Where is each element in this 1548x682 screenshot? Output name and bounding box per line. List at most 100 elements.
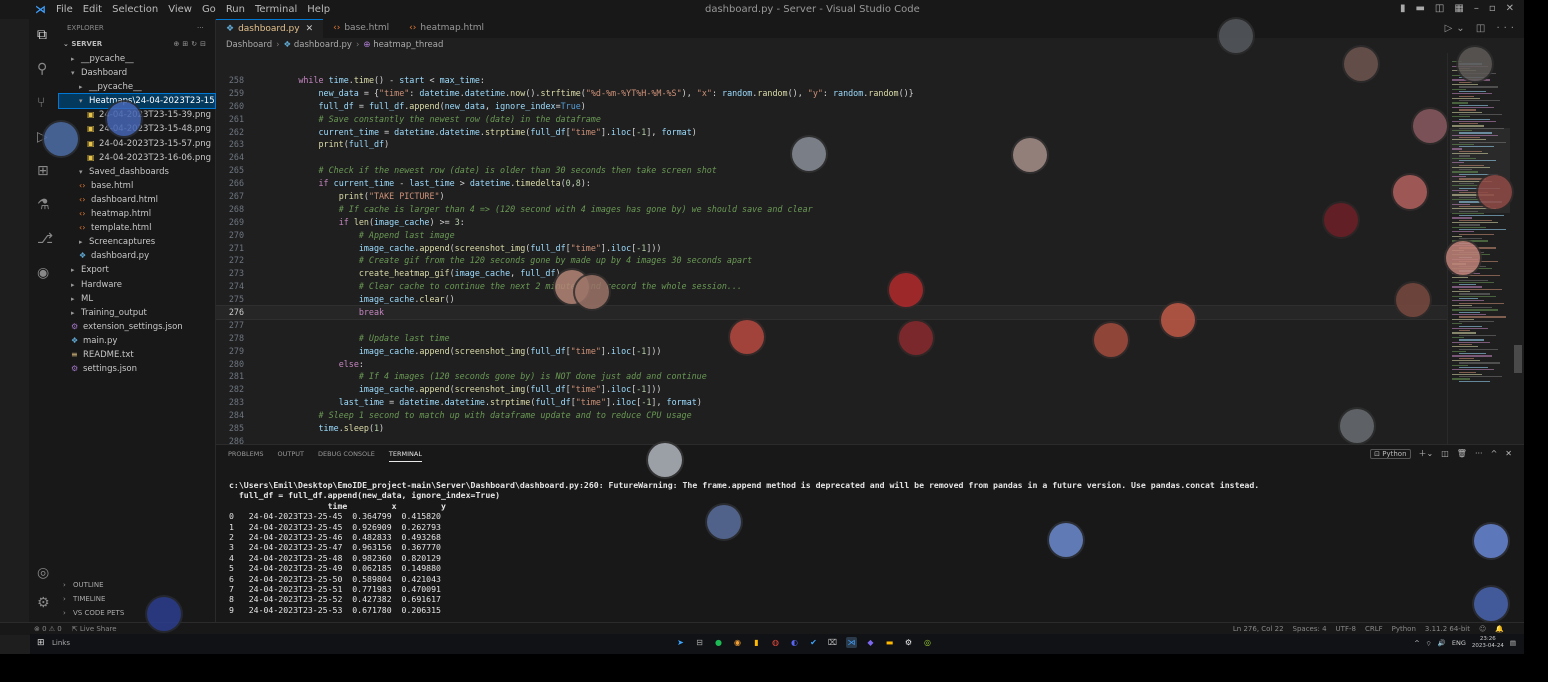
panel-tab-debug-console[interactable]: DEBUG CONSOLE [318,450,375,462]
explorer-icon[interactable]: ⧉ [37,27,47,43]
code-line[interactable]: 279 image_cache.append(screenshot_img(fu… [216,345,1447,358]
file-item[interactable]: ❖ dashboard.py [59,249,215,263]
spotify-icon[interactable]: ● [713,637,724,648]
remote-explorer-icon[interactable]: ⎇ [37,231,53,247]
app-icon[interactable]: ⊟ [694,637,705,648]
app-icon[interactable]: ✔ [808,637,819,648]
code-line[interactable]: 259 new_data = {"time": datetime.datetim… [216,87,1447,100]
file-item[interactable]: ‹› heatmap.html [59,207,215,221]
menu-terminal[interactable]: Terminal [255,4,297,15]
code-line[interactable]: 274 # Clear cache to continue the next 2… [216,280,1447,293]
code-line[interactable]: 267 print("TAKE PICTURE") [216,190,1447,203]
chrome-icon[interactable]: ◍ [770,637,781,648]
menu-selection[interactable]: Selection [112,4,158,15]
file-item[interactable]: ≡ README.txt [59,348,215,362]
more-actions-icon[interactable]: ··· [1475,449,1483,458]
app-icon[interactable]: ▬ [884,637,895,648]
explorer-actions[interactable]: ⊕⊞↻⊟ [174,37,209,52]
file-explorer-icon[interactable]: ▮ [751,637,762,648]
windows-start-icon[interactable]: ⊞ [37,638,45,648]
file-item[interactable]: ‹› base.html [59,179,215,193]
code-line[interactable]: 285 time.sleep(1) [216,422,1447,435]
settings-gear-icon[interactable]: ⚙ [37,595,50,611]
code-line[interactable]: 264 [216,151,1447,164]
menu-file[interactable]: File [56,4,73,15]
testing-icon[interactable]: ⚗ [37,197,50,213]
code-line[interactable]: 278 # Update last time [216,332,1447,345]
maximize-button[interactable]: ▫ [1489,3,1496,14]
code-line[interactable]: 277 [216,319,1447,332]
trash-icon[interactable]: 🗑 [1457,449,1467,458]
editor-scrollbar[interactable] [1514,345,1522,373]
folder-item[interactable]: ▸ __pycache__ [59,52,215,66]
close-panel-icon[interactable]: ✕ [1505,449,1512,458]
run-debug-icon[interactable]: ▷ [37,129,48,145]
split-terminal-icon[interactable]: ◫ [1441,449,1449,458]
workspace-root[interactable]: ⌄ SERVER ⊕⊞↻⊟ [59,37,215,52]
code-line[interactable]: 275 image_cache.clear() [216,293,1447,306]
folder-item[interactable]: ▸ Training_output [59,306,215,320]
language-indicator[interactable]: ENG [1452,639,1466,647]
folder-item[interactable]: ▸ ML [59,292,215,306]
breadcrumb-symbol[interactable]: heatmap_thread [373,40,443,50]
code-line[interactable]: 260 full_df = full_df.append(new_data, i… [216,100,1447,113]
file-item[interactable]: ▣ 24-04-2023T23-15-57.png [59,137,215,151]
folder-item[interactable]: ▸ Screencaptures [59,235,215,249]
code-line[interactable]: 284 # Sleep 1 second to match up with da… [216,409,1447,422]
folder-item[interactable]: ▾ Saved_dashboards [59,165,215,179]
timeline-section[interactable]: › TIMELINE [59,592,215,606]
source-control-icon[interactable]: ⑂ [37,95,45,111]
code-line[interactable]: 262 current_time = datetime.datetime.str… [216,126,1447,139]
tray-overflow-icon[interactable]: ^ [1414,639,1419,647]
code-line[interactable]: 283 last_time = datetime.datetime.strpti… [216,396,1447,409]
code-line[interactable]: 266 if current_time - last_time > dateti… [216,177,1447,190]
code-line[interactable]: 265 # Check if the newest row (date) is … [216,164,1447,177]
terminal-app-icon[interactable]: ⌧ [827,637,838,648]
terminal-output[interactable]: c:\Users\Emil\Desktop\EmoIDE_project-mai… [229,480,1519,615]
code-line[interactable]: 268 # If cache is larger than 4 => (120 … [216,203,1447,216]
new-terminal-icon[interactable]: ＋⌄ [1419,448,1434,459]
folder-item[interactable]: ▾ Heatmaps\24-04-2023T23-15-39 [58,93,216,110]
folder-item[interactable]: ▸ Export [59,263,215,277]
code-line[interactable]: 281 # If 4 images (120 seconds gone by) … [216,370,1447,383]
panel-tab-output[interactable]: OUTPUT [277,450,304,462]
breadcrumb-folder[interactable]: Dashboard [226,40,272,50]
menu-view[interactable]: View [168,4,192,15]
breadcrumb-file[interactable]: dashboard.py [294,40,352,50]
code-line[interactable]: 286 [216,435,1447,444]
app-icon[interactable]: ➤ [675,637,686,648]
app-icon[interactable]: ⚙ [903,637,914,648]
wifi-icon[interactable]: ⌔ [1426,639,1432,648]
discord-icon[interactable]: ◐ [789,637,800,648]
search-icon[interactable]: ⚲ [37,61,47,77]
minimap[interactable] [1447,53,1524,444]
volume-icon[interactable]: 🔊 [1438,639,1446,647]
code-line[interactable]: 269 if len(image_cache) >= 3: [216,216,1447,229]
browser-icon[interactable]: ◉ [732,637,743,648]
code-line[interactable]: 263 print(full_df) [216,138,1447,151]
folder-item[interactable]: ▸ Hardware [59,278,215,292]
toggle-sidebar-icon[interactable]: ▮ [1400,3,1406,14]
taskbar-search[interactable]: Links [52,639,70,647]
notification-center-icon[interactable]: ▤ [1510,639,1516,647]
editor-actions[interactable]: ▷⌄ ◫ ··· [1445,19,1518,38]
menu-edit[interactable]: Edit [83,4,102,15]
file-item[interactable]: ❖ main.py [59,334,215,348]
code-editor[interactable]: 258 while time.time() - start < max_time… [216,53,1447,444]
outline-section[interactable]: › OUTLINE [59,578,215,592]
tab-dashboard-py[interactable]: ❖ dashboard.py ✕ [216,19,324,38]
customize-layout-icon[interactable]: ▦ [1454,3,1463,14]
folder-item[interactable]: ▾ Dashboard [59,66,215,80]
account-icon[interactable]: ◎ [37,565,49,581]
vscode-pets-section[interactable]: › VS CODE PETS [59,606,215,620]
file-item[interactable]: ⚙ extension_settings.json [59,320,215,334]
github-icon[interactable]: ◉ [37,265,49,281]
clock[interactable]: 23:26 2023-04-24 [1472,636,1504,650]
code-line[interactable]: 282 image_cache.append(screenshot_img(fu… [216,383,1447,396]
close-button[interactable]: ✕ [1506,3,1514,14]
tab-base-html[interactable]: ‹› base.html [323,19,399,38]
app-icon[interactable]: ◆ [865,637,876,648]
toggle-panel-icon[interactable]: ▬ [1415,3,1424,14]
code-line[interactable]: 270 # Append last image [216,229,1447,242]
panel-tab-terminal[interactable]: TERMINAL [388,450,422,462]
